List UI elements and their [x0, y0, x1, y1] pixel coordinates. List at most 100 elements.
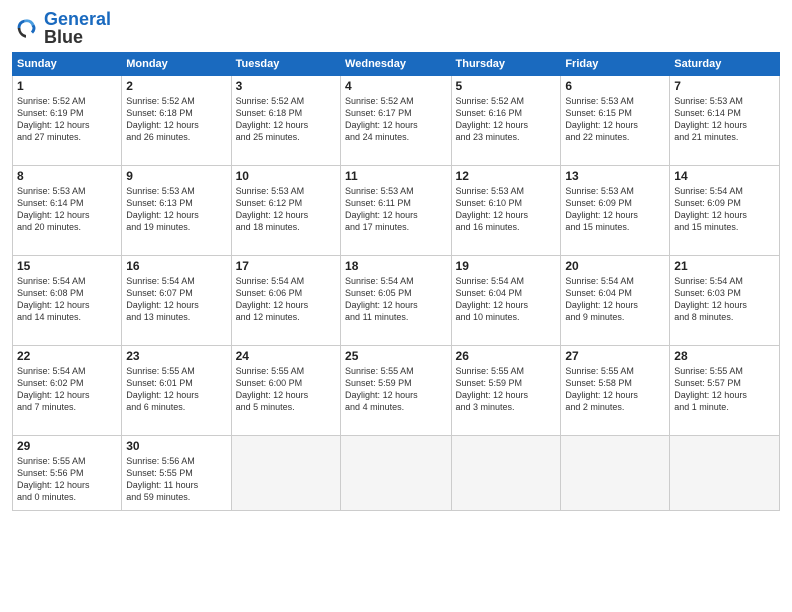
day-cell-13: 13Sunrise: 5:53 AM Sunset: 6:09 PM Dayli…: [561, 166, 670, 256]
day-cell-6: 6 Sunrise: 5:53 AM Sunset: 6:15 PM Daylig…: [561, 76, 670, 166]
day-number-5: 5: [456, 79, 557, 93]
weekday-header-row: Sunday Monday Tuesday Wednesday Thursday…: [13, 53, 780, 76]
header-friday: Friday: [561, 53, 670, 76]
day-number-3: 3: [236, 79, 336, 93]
day-cell-28: 28 Sunrise: 5:55 AM Sunset: 5:57 PM Dayli…: [670, 346, 780, 436]
day-number-11: 11: [345, 169, 446, 183]
day-number-12: 12: [456, 169, 557, 183]
day-info-23: Sunrise: 5:55 AM Sunset: 6:01 PM Dayligh…: [126, 365, 226, 414]
day-info-7: Sunrise: 5:53 AM Sunset: 6:14 PM Dayligh…: [674, 95, 775, 144]
day-number-28: 28: [674, 349, 775, 363]
day-info-30: Sunrise: 5:56 AM Sunset: 5:55 PM Dayligh…: [126, 455, 226, 504]
day-number-25: 25: [345, 349, 446, 363]
day-number-20: 20: [565, 259, 665, 273]
empty-cell: [451, 436, 561, 511]
day-cell-18: 18 Sunrise: 5:54 AM Sunset: 6:05 PM Dayli…: [341, 256, 451, 346]
day-info-21: Sunrise: 5:54 AM Sunset: 6:03 PM Dayligh…: [674, 275, 775, 324]
day-info-3: Sunrise: 5:52 AM Sunset: 6:18 PM Dayligh…: [236, 95, 336, 144]
day-number-7: 7: [674, 79, 775, 93]
day-info-8: Sunrise: 5:53 AM Sunset: 6:14 PM Dayligh…: [17, 185, 117, 234]
day-info-25: Sunrise: 5:55 AM Sunset: 5:59 PM Dayligh…: [345, 365, 446, 414]
day-cell-5: 5 Sunrise: 5:52 AM Sunset: 6:16 PM Daylig…: [451, 76, 561, 166]
day-cell-3: 3 Sunrise: 5:52 AM Sunset: 6:18 PM Daylig…: [231, 76, 340, 166]
day-cell-19: 19 Sunrise: 5:54 AM Sunset: 6:04 PM Dayli…: [451, 256, 561, 346]
day-cell-21: 21 Sunrise: 5:54 AM Sunset: 6:03 PM Dayli…: [670, 256, 780, 346]
day-info-11: Sunrise: 5:53 AM Sunset: 6:11 PM Dayligh…: [345, 185, 446, 234]
day-info-19: Sunrise: 5:54 AM Sunset: 6:04 PM Dayligh…: [456, 275, 557, 324]
day-info-2: Sunrise: 5:52 AM Sunset: 6:18 PM Dayligh…: [126, 95, 226, 144]
day-cell-23: 23 Sunrise: 5:55 AM Sunset: 6:01 PM Dayli…: [122, 346, 231, 436]
day-cell-20: 20 Sunrise: 5:54 AM Sunset: 6:04 PM Dayli…: [561, 256, 670, 346]
day-cell-12: 12 Sunrise: 5:53 AM Sunset: 6:10 PM Dayli…: [451, 166, 561, 256]
day-number-8: 8: [17, 169, 117, 183]
day-info-15: Sunrise: 5:54 AM Sunset: 6:08 PM Dayligh…: [17, 275, 117, 324]
page: GeneralBlue Sunday Monday Tuesday Wednes…: [0, 0, 792, 612]
day-info-14: Sunrise: 5:54 AM Sunset: 6:09 PM Dayligh…: [674, 185, 775, 234]
empty-cell: [670, 436, 780, 511]
day-cell-17: 17 Sunrise: 5:54 AM Sunset: 6:06 PM Dayli…: [231, 256, 340, 346]
day-number-18: 18: [345, 259, 446, 273]
day-info-6: Sunrise: 5:53 AM Sunset: 6:15 PM Dayligh…: [565, 95, 665, 144]
day-info-9: Sunrise: 5:53 AM Sunset: 6:13 PM Dayligh…: [126, 185, 226, 234]
day-number-30: 30: [126, 439, 226, 453]
day-info-12: Sunrise: 5:53 AM Sunset: 6:10 PM Dayligh…: [456, 185, 557, 234]
day-number-4: 4: [345, 79, 446, 93]
day-cell-4: 4 Sunrise: 5:52 AM Sunset: 6:17 PM Daylig…: [341, 76, 451, 166]
day-cell-11: 11 Sunrise: 5:53 AM Sunset: 6:11 PM Dayli…: [341, 166, 451, 256]
day-number-10: 10: [236, 169, 336, 183]
day-cell-16: 16 Sunrise: 5:54 AM Sunset: 6:07 PM Dayli…: [122, 256, 231, 346]
empty-cell: [561, 436, 670, 511]
day-cell-24: 24Sunrise: 5:55 AM Sunset: 6:00 PM Dayli…: [231, 346, 340, 436]
day-number-21: 21: [674, 259, 775, 273]
day-number-23: 23: [126, 349, 226, 363]
day-number-17: 17: [236, 259, 336, 273]
day-number-19: 19: [456, 259, 557, 273]
day-cell-27: 27 Sunrise: 5:55 AM Sunset: 5:58 PM Dayli…: [561, 346, 670, 436]
day-number-15: 15: [17, 259, 117, 273]
day-info-10: Sunrise: 5:53 AM Sunset: 6:12 PM Dayligh…: [236, 185, 336, 234]
empty-cell: [341, 436, 451, 511]
day-cell-15: 15 Sunrise: 5:54 AM Sunset: 6:08 PM Dayli…: [13, 256, 122, 346]
day-number-16: 16: [126, 259, 226, 273]
day-cell-29: 29 Sunrise: 5:55 AM Sunset: 5:56 PM Dayli…: [13, 436, 122, 511]
header-saturday: Saturday: [670, 53, 780, 76]
day-cell-2: 2 Sunrise: 5:52 AM Sunset: 6:18 PM Daylig…: [122, 76, 231, 166]
empty-cell: [231, 436, 340, 511]
day-info-29: Sunrise: 5:55 AM Sunset: 5:56 PM Dayligh…: [17, 455, 117, 504]
logo-text: GeneralBlue: [44, 10, 111, 46]
header-thursday: Thursday: [451, 53, 561, 76]
day-cell-30: 30 Sunrise: 5:56 AM Sunset: 5:55 PM Dayli…: [122, 436, 231, 511]
day-number-2: 2: [126, 79, 226, 93]
day-info-27: Sunrise: 5:55 AM Sunset: 5:58 PM Dayligh…: [565, 365, 665, 414]
day-number-9: 9: [126, 169, 226, 183]
day-cell-1: 1 Sunrise: 5:52 AM Sunset: 6:19 PM Daylig…: [13, 76, 122, 166]
day-number-6: 6: [565, 79, 665, 93]
day-cell-22: 22 Sunrise: 5:54 AM Sunset: 6:02 PM Dayli…: [13, 346, 122, 436]
day-info-24: Sunrise: 5:55 AM Sunset: 6:00 PM Dayligh…: [236, 365, 336, 414]
day-number-22: 22: [17, 349, 117, 363]
day-cell-14: 14Sunrise: 5:54 AM Sunset: 6:09 PM Dayli…: [670, 166, 780, 256]
day-info-4: Sunrise: 5:52 AM Sunset: 6:17 PM Dayligh…: [345, 95, 446, 144]
day-cell-7: 7 Sunrise: 5:53 AM Sunset: 6:14 PM Daylig…: [670, 76, 780, 166]
day-info-20: Sunrise: 5:54 AM Sunset: 6:04 PM Dayligh…: [565, 275, 665, 324]
header: GeneralBlue: [12, 10, 780, 46]
day-info-1: Sunrise: 5:52 AM Sunset: 6:19 PM Dayligh…: [17, 95, 117, 144]
day-cell-26: 26 Sunrise: 5:55 AM Sunset: 5:59 PM Dayli…: [451, 346, 561, 436]
day-info-5: Sunrise: 5:52 AM Sunset: 6:16 PM Dayligh…: [456, 95, 557, 144]
logo: GeneralBlue: [12, 10, 111, 46]
day-info-18: Sunrise: 5:54 AM Sunset: 6:05 PM Dayligh…: [345, 275, 446, 324]
day-number-1: 1: [17, 79, 117, 93]
day-info-16: Sunrise: 5:54 AM Sunset: 6:07 PM Dayligh…: [126, 275, 226, 324]
day-info-22: Sunrise: 5:54 AM Sunset: 6:02 PM Dayligh…: [17, 365, 117, 414]
header-monday: Monday: [122, 53, 231, 76]
day-number-26: 26: [456, 349, 557, 363]
calendar: Sunday Monday Tuesday Wednesday Thursday…: [12, 52, 780, 511]
header-wednesday: Wednesday: [341, 53, 451, 76]
day-number-29: 29: [17, 439, 117, 453]
day-info-17: Sunrise: 5:54 AM Sunset: 6:06 PM Dayligh…: [236, 275, 336, 324]
day-number-27: 27: [565, 349, 665, 363]
day-info-28: Sunrise: 5:55 AM Sunset: 5:57 PM Dayligh…: [674, 365, 775, 414]
day-info-26: Sunrise: 5:55 AM Sunset: 5:59 PM Dayligh…: [456, 365, 557, 414]
day-cell-25: 25 Sunrise: 5:55 AM Sunset: 5:59 PM Dayli…: [341, 346, 451, 436]
logo-icon: [12, 14, 40, 42]
